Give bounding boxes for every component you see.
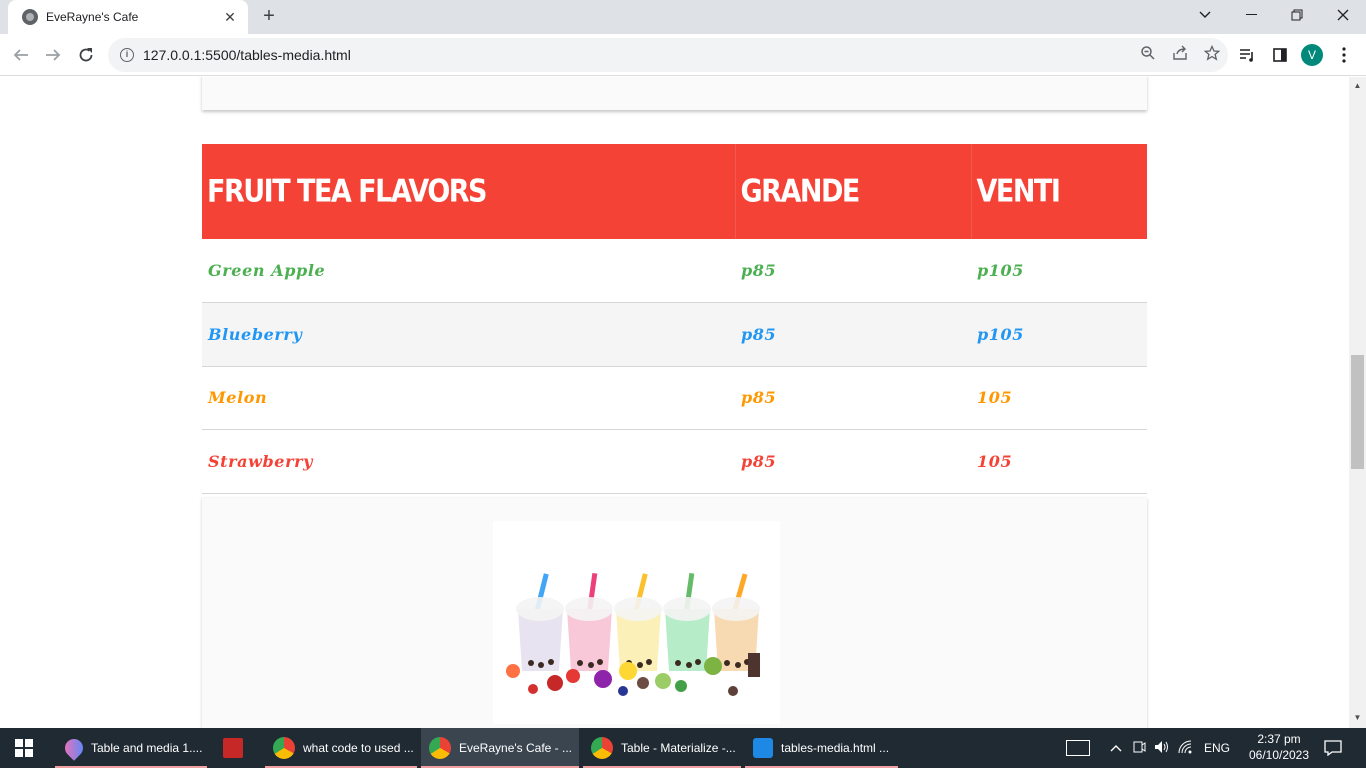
notifications-icon[interactable]	[1324, 728, 1342, 768]
scroll-down-arrow-icon[interactable]: ▼	[1349, 711, 1366, 725]
globe-icon	[22, 9, 38, 25]
venti-price-cell: 105	[971, 429, 1147, 494]
wifi-icon[interactable]	[1178, 740, 1194, 757]
bookmark-star-icon[interactable]	[1196, 44, 1228, 65]
table-header-row: FRUIT TEA FLAVORS GRANDE VENTI	[202, 144, 1147, 239]
profile-avatar[interactable]: V	[1301, 44, 1323, 66]
taskbar-item-label: EveRayne's Cafe - ...	[459, 741, 573, 755]
flavor-cell: Green Apple	[202, 239, 735, 303]
grande-price-cell: p85	[735, 429, 971, 494]
chrome-icon	[429, 737, 451, 759]
chart-app-icon	[223, 738, 243, 758]
reading-list-icon[interactable]	[1234, 42, 1260, 68]
language-indicator[interactable]: ENG	[1204, 741, 1230, 755]
taskbar-item-paint[interactable]: Table and media 1....	[55, 728, 207, 768]
table-row: Blueberry p85 p105	[202, 302, 1147, 367]
vscode-icon	[753, 738, 773, 758]
scrollbar-thumb[interactable]	[1351, 355, 1364, 469]
address-bar[interactable]: i 127.0.0.1:5500/tables-media.html	[108, 38, 1228, 72]
flavor-cell: Melon	[202, 366, 735, 430]
scroll-up-arrow-icon[interactable]: ▲	[1349, 79, 1366, 93]
taskbar-item-label: Table - Materialize -...	[621, 741, 736, 755]
system-tray: ENG	[1066, 728, 1230, 768]
browser-tab-active[interactable]: EveRayne's Cafe ✕	[8, 0, 248, 34]
table-row: Melon p85 105	[202, 366, 1147, 430]
page-viewport: FRUIT TEA FLAVORS GRANDE VENTI Green App…	[0, 77, 1349, 728]
chevron-up-icon[interactable]	[1110, 741, 1122, 755]
windows-taskbar: Table and media 1.... what code to used …	[0, 728, 1366, 768]
media-card	[202, 498, 1147, 728]
paint-drop-icon	[61, 735, 87, 761]
flavor-cell: Strawberry	[202, 429, 735, 494]
fruit-tea-table: FRUIT TEA FLAVORS GRANDE VENTI Green App…	[202, 144, 1147, 494]
taskbar-item-label: Table and media 1....	[91, 741, 203, 755]
bubble-tea-image	[493, 521, 780, 724]
zoom-icon[interactable]	[1132, 45, 1164, 65]
chrome-icon	[591, 737, 613, 759]
close-window-button[interactable]	[1320, 0, 1366, 30]
forward-button[interactable]	[40, 42, 66, 68]
taskbar-item-label: tables-media.html ...	[781, 741, 890, 755]
close-tab-icon[interactable]: ✕	[222, 9, 238, 26]
taskbar-item-chrome-3[interactable]: Table - Materialize -...	[583, 728, 741, 768]
taskbar-item-vscode[interactable]: tables-media.html ...	[745, 728, 898, 768]
venti-price-cell: p105	[971, 302, 1147, 367]
new-tab-button[interactable]: +	[258, 6, 280, 28]
reload-button[interactable]	[73, 42, 99, 68]
table-row: Green Apple p85 p105	[202, 239, 1147, 303]
tab-strip: EveRayne's Cafe ✕ +	[0, 0, 1366, 34]
side-panel-icon[interactable]	[1267, 42, 1293, 68]
venti-price-cell: 105	[971, 366, 1147, 430]
browser-toolbar: i 127.0.0.1:5500/tables-media.html	[0, 34, 1366, 76]
volume-icon[interactable]	[1154, 740, 1170, 757]
share-icon[interactable]	[1164, 45, 1196, 65]
column-header-grande: GRANDE	[734, 144, 971, 239]
flavor-cell: Blueberry	[202, 302, 735, 367]
tab-search-chevron-icon[interactable]	[1182, 0, 1228, 30]
table-row: Strawberry p85 105	[202, 429, 1147, 494]
clock-time: 2:37 pm	[1257, 732, 1301, 746]
back-button[interactable]	[8, 42, 34, 68]
venti-price-cell: p105	[971, 239, 1147, 303]
url-text: 127.0.0.1:5500/tables-media.html	[143, 47, 351, 63]
grande-price-cell: p85	[735, 302, 971, 367]
meet-now-icon[interactable]	[1132, 740, 1146, 757]
grande-price-cell: p85	[735, 239, 971, 303]
start-button[interactable]	[0, 728, 48, 768]
taskbar-item-label: what code to used ...	[303, 741, 414, 755]
tab-title: EveRayne's Cafe	[46, 10, 139, 24]
content-card	[202, 77, 1147, 110]
site-info-icon[interactable]: i	[120, 48, 134, 62]
minimize-button[interactable]	[1228, 0, 1274, 30]
column-header-flavors: FRUIT TEA FLAVORS	[202, 144, 735, 239]
page-scrollbar[interactable]: ▲ ▼	[1349, 77, 1366, 728]
taskbar-item-chrome-active[interactable]: EveRayne's Cafe - ...	[421, 728, 579, 768]
windows-logo-icon	[15, 739, 33, 757]
more-menu-icon[interactable]	[1331, 42, 1357, 68]
taskbar-item-chart-app[interactable]	[215, 728, 261, 768]
news-widget-icon[interactable]	[1066, 740, 1090, 756]
column-header-venti: VENTI	[970, 144, 1147, 239]
grande-price-cell: p85	[735, 366, 971, 430]
restore-button[interactable]	[1274, 0, 1320, 30]
taskbar-item-chrome-1[interactable]: what code to used ...	[265, 728, 417, 768]
clock-date: 06/10/2023	[1248, 748, 1310, 762]
chrome-icon	[273, 737, 295, 759]
system-clock[interactable]: 2:37 pm 06/10/2023	[1244, 731, 1314, 763]
